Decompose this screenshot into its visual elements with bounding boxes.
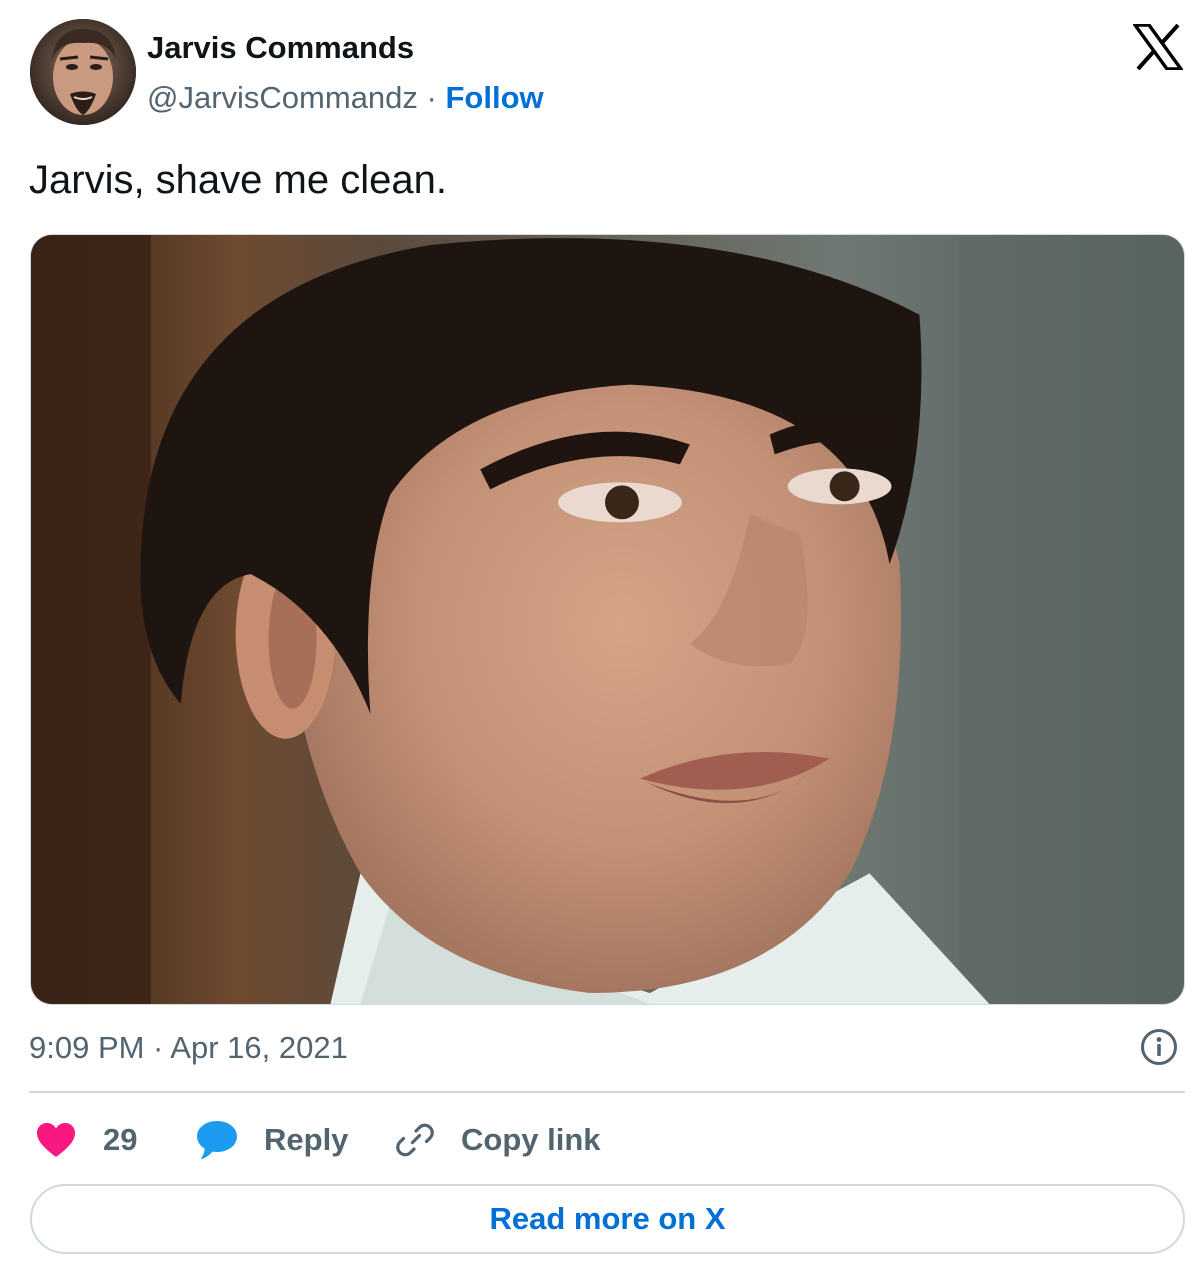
tweet-timestamp[interactable]: 9:09 PM · Apr 16, 2021: [29, 1030, 348, 1066]
divider: [29, 1091, 1185, 1093]
read-more-label: Read more on X: [489, 1201, 726, 1236]
x-logo-icon[interactable]: [1133, 24, 1183, 70]
tweet-photo[interactable]: [30, 234, 1185, 1005]
like-count: 29: [103, 1122, 138, 1157]
separator-dot: ·: [426, 80, 446, 115]
author-avatar[interactable]: [30, 19, 136, 125]
follow-button[interactable]: Follow: [445, 80, 543, 115]
author-handle[interactable]: @JarvisCommandz: [147, 80, 418, 115]
info-icon[interactable]: [1140, 1028, 1178, 1066]
read-more-button[interactable]: Read more on X: [30, 1184, 1185, 1254]
tweet-text: Jarvis, shave me clean.: [29, 158, 447, 202]
author-display-name[interactable]: Jarvis Commands: [147, 30, 414, 66]
avatar-photo: [30, 19, 136, 125]
copy-link-label: Copy link: [461, 1122, 601, 1157]
photo-image: [31, 235, 1184, 1004]
reply-label: Reply: [264, 1122, 349, 1157]
reply-button[interactable]: Reply: [196, 1116, 348, 1164]
author-handle-row: @JarvisCommandz · Follow: [147, 80, 544, 116]
like-button[interactable]: 29: [36, 1116, 137, 1164]
speech-bubble-icon: [197, 1121, 237, 1159]
heart-icon: [37, 1123, 75, 1157]
copy-link-button[interactable]: Copy link: [395, 1116, 601, 1164]
link-icon: [396, 1123, 434, 1157]
